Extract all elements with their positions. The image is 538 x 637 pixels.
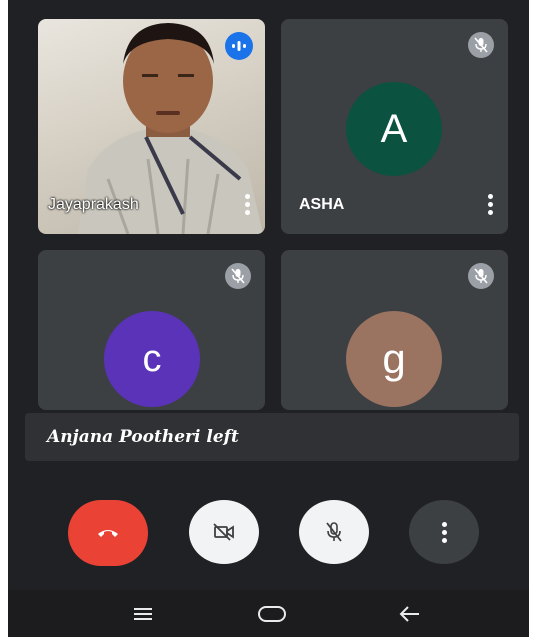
participant-tile-asha[interactable]: A ASHA	[281, 19, 508, 234]
system-nav-bar	[8, 590, 529, 637]
participant-tile-jayaprakash[interactable]: Jayaprakash	[38, 19, 265, 234]
camera-toggle-button[interactable]	[189, 500, 259, 564]
mic-toggle-button[interactable]	[299, 500, 369, 564]
back-arrow-icon[interactable]	[390, 602, 430, 626]
more-vert-icon[interactable]	[245, 194, 251, 216]
participant-name: ASHA	[299, 196, 345, 213]
avatar: A	[346, 82, 442, 176]
end-call-button[interactable]	[68, 500, 148, 566]
video-off-icon	[213, 523, 234, 541]
participant-tile-g[interactable]: g	[281, 250, 508, 410]
avatar: g	[346, 311, 442, 407]
notification-toast: Anjana Pootheri left	[25, 413, 519, 461]
participant-name: Jayaprakash	[48, 196, 139, 213]
toast-message: Anjana Pootheri left	[47, 427, 239, 447]
mic-off-icon	[326, 522, 342, 542]
home-icon[interactable]	[252, 602, 292, 626]
mic-off-icon	[225, 263, 251, 289]
phone-hangup-icon	[98, 530, 118, 537]
mic-off-icon	[468, 32, 494, 58]
meeting-screen: Jayaprakash A ASHA c g Anjana Pootheri l…	[8, 0, 529, 637]
avatar: c	[104, 311, 200, 407]
more-vert-icon[interactable]	[488, 194, 494, 216]
speaking-indicator-icon	[225, 32, 253, 60]
mic-off-icon	[468, 263, 494, 289]
participant-tile-c[interactable]: c	[38, 250, 265, 410]
more-options-button[interactable]	[409, 500, 479, 564]
more-vert-icon	[441, 521, 447, 543]
recent-apps-icon[interactable]	[123, 602, 163, 626]
